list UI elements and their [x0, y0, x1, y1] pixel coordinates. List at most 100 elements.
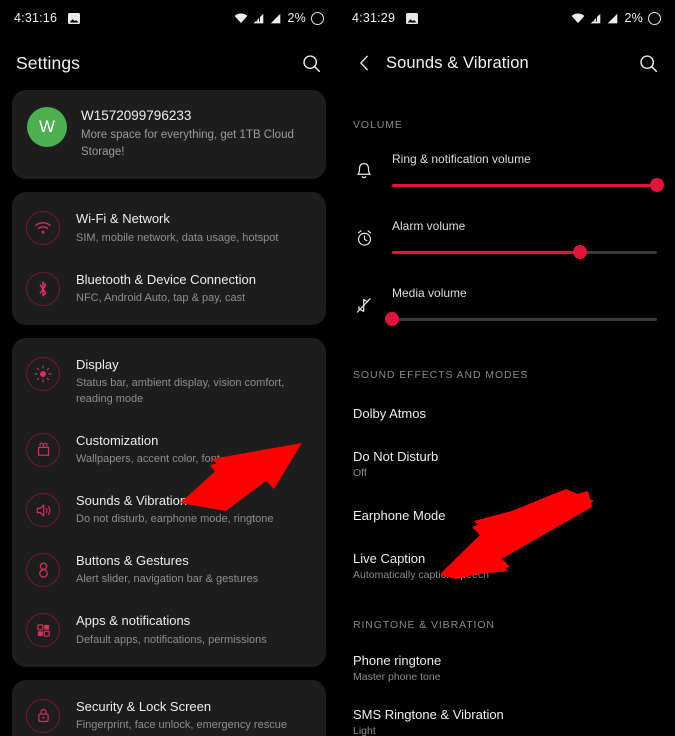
list-item-title: Dolby Atmos	[353, 406, 426, 421]
connectivity-card: Wi-Fi & Network SIM, mobile network, dat…	[12, 192, 326, 325]
settings-item-subtitle: Wallpapers, accent color, font	[76, 453, 220, 466]
slider-thumb[interactable]	[385, 312, 399, 326]
back-arrow-icon[interactable]	[352, 50, 378, 76]
slider-fill	[392, 251, 581, 254]
settings-item-title: Customization	[76, 432, 159, 448]
slider-track	[392, 318, 657, 321]
settings-app-bar: Settings	[0, 36, 338, 90]
settings-item-subtitle: Fingerprint, face unlock, emergency resc…	[76, 718, 287, 731]
list-item-title: Phone ringtone	[353, 653, 442, 668]
settings-item-title: Sounds & Vibration	[76, 493, 188, 509]
status-bar-time: 4:31:29	[352, 11, 396, 25]
account-subtitle: More space for everything, get 1TB Cloud…	[81, 129, 294, 158]
sounds-vibration-screen: 4:31:29 2% Sounds & Vibration VOLUME Rin…	[338, 0, 675, 736]
battery-icon	[648, 11, 661, 25]
settings-item-subtitle: Alert slider, navigation bar & gestures	[76, 573, 259, 586]
device-settings-card: Display Status bar, ambient display, vis…	[12, 337, 326, 667]
settings-item-title: Security & Lock Screen	[76, 698, 212, 714]
slider-row-ring-notification[interactable]: Ring & notification volume	[338, 150, 675, 192]
alarm-clock-icon	[352, 225, 376, 251]
section-header-ringtone: RINGTONE & VIBRATION	[353, 619, 495, 631]
settings-item-subtitle: Do not disturb, earphone mode, ringtone	[76, 513, 274, 526]
slider-label: Alarm volume	[392, 219, 466, 233]
sound-icon	[26, 493, 60, 528]
customization-icon	[26, 432, 60, 467]
settings-item-wifi-network[interactable]: Wi-Fi & Network SIM, mobile network, dat…	[12, 198, 326, 258]
list-item-title: Do Not Disturb	[353, 449, 439, 464]
search-icon[interactable]	[635, 50, 661, 76]
page-title: Settings	[16, 52, 81, 73]
dual-screenshot: 4:31:16 2% Settings W W1572099796233 Mor…	[0, 0, 675, 736]
status-bar-left: 4:31:16 2%	[0, 0, 338, 36]
wifi-icon	[571, 13, 584, 23]
list-item-title: Live Caption	[353, 551, 426, 566]
list-item-live-caption[interactable]: Live Caption Automatically caption speec…	[338, 551, 675, 581]
list-item-title: SMS Ringtone & Vibration	[353, 707, 504, 722]
media-mute-icon	[352, 292, 376, 318]
volume-slider-ring[interactable]	[392, 178, 664, 192]
settings-item-sounds-vibration[interactable]: Sounds & Vibration Do not disturb, earph…	[12, 480, 326, 540]
settings-item-subtitle: SIM, mobile network, data usage, hotspot	[76, 231, 279, 244]
settings-item-buttons-gestures[interactable]: Buttons & Gestures Alert slider, navigat…	[12, 540, 326, 600]
bell-icon	[352, 158, 376, 184]
settings-item-title: Buttons & Gestures	[76, 553, 189, 569]
settings-item-security-lock-screen[interactable]: Security & Lock Screen Fingerprint, face…	[12, 686, 326, 736]
battery-icon	[311, 11, 324, 25]
signal-icon	[607, 13, 617, 23]
screenshot-icon	[68, 12, 81, 24]
battery-percent-label: 2%	[624, 11, 643, 25]
status-bar-right: 4:31:29 2%	[338, 0, 675, 36]
screenshot-icon	[406, 12, 419, 24]
settings-item-title: Wi-Fi & Network	[76, 211, 170, 227]
section-header-sound-effects: SOUND EFFECTS AND MODES	[353, 369, 529, 381]
settings-card-list: W W1572099796233 More space for everythi…	[0, 90, 338, 736]
settings-item-subtitle: Default apps, notifications, permissions	[76, 633, 267, 646]
slider-label: Media volume	[392, 286, 467, 300]
slider-thumb[interactable]	[650, 178, 664, 192]
display-icon	[26, 356, 60, 391]
signal-icon	[270, 13, 280, 23]
settings-item-title: Apps & notifications	[76, 613, 191, 629]
status-bar-time: 4:31:16	[14, 11, 58, 25]
wifi-icon	[234, 13, 247, 23]
signal-icon	[590, 13, 600, 23]
settings-item-subtitle: Status bar, ambient display, vision comf…	[76, 376, 285, 405]
search-icon[interactable]	[298, 50, 324, 76]
list-item-subtitle: Off	[353, 467, 367, 479]
gestures-icon	[26, 553, 60, 588]
list-item-do-not-disturb[interactable]: Do Not Disturb Off	[338, 449, 675, 479]
list-item-sms-ringtone-vibration[interactable]: SMS Ringtone & Vibration Light	[338, 707, 675, 736]
battery-percent-label: 2%	[287, 11, 306, 25]
settings-item-title: Bluetooth & Device Connection	[76, 271, 256, 287]
volume-slider-alarm[interactable]	[392, 245, 657, 259]
bluetooth-icon	[26, 271, 60, 306]
account-card[interactable]: W W1572099796233 More space for everythi…	[12, 90, 326, 180]
slider-fill	[392, 184, 657, 187]
slider-thumb[interactable]	[573, 245, 588, 259]
avatar: W	[27, 107, 67, 147]
list-item-phone-ringtone[interactable]: Phone ringtone Master phone tone	[338, 653, 675, 683]
lock-icon	[26, 698, 60, 733]
page-title: Sounds & Vibration	[386, 53, 529, 72]
settings-item-apps-notifications[interactable]: Apps & notifications Default apps, notif…	[12, 600, 326, 660]
list-item-subtitle: Automatically caption speech	[353, 569, 489, 581]
settings-item-customization[interactable]: Customization Wallpapers, accent color, …	[12, 420, 326, 480]
list-item-earphone-mode[interactable]: Earphone Mode	[338, 508, 675, 523]
settings-item-bluetooth-device-connection[interactable]: Bluetooth & Device Connection NFC, Andro…	[12, 259, 326, 319]
slider-label: Ring & notification volume	[392, 152, 531, 166]
security-card: Security & Lock Screen Fingerprint, face…	[12, 679, 326, 736]
slider-row-alarm[interactable]: Alarm volume	[338, 217, 675, 259]
sounds-app-bar: Sounds & Vibration	[338, 36, 675, 90]
signal-icon	[253, 13, 263, 23]
settings-item-subtitle: NFC, Android Auto, tap & pay, cast	[76, 291, 246, 304]
settings-screen: 4:31:16 2% Settings W W1572099796233 Mor…	[0, 0, 338, 736]
account-name: W1572099796233	[81, 108, 192, 123]
list-item-title: Earphone Mode	[353, 508, 446, 523]
wifi-icon	[26, 211, 60, 246]
volume-slider-media[interactable]	[385, 312, 657, 326]
settings-item-title: Display	[76, 356, 119, 372]
slider-row-media[interactable]: Media volume	[338, 284, 675, 326]
settings-item-display[interactable]: Display Status bar, ambient display, vis…	[12, 344, 326, 420]
section-header-volume: VOLUME	[353, 119, 403, 131]
list-item-dolby-atmos[interactable]: Dolby Atmos	[338, 406, 675, 421]
